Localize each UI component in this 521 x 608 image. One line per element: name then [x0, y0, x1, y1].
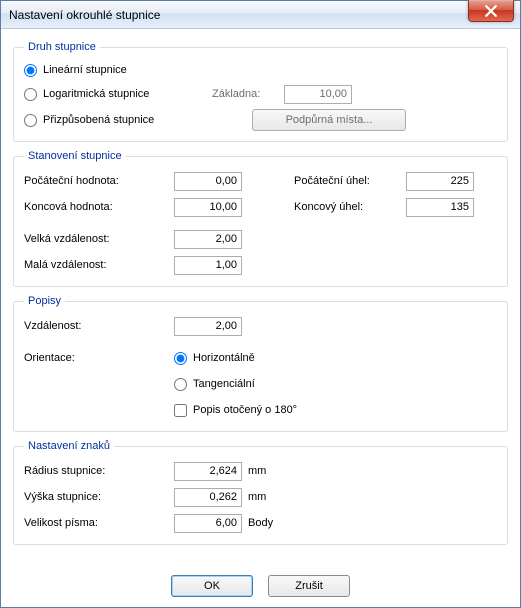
radio-tangential-row[interactable]: Tangenciální: [174, 373, 255, 395]
input-big-dist[interactable]: [174, 230, 242, 249]
button-bar: OK Zrušit: [1, 575, 520, 597]
label-height: Výška stupnice:: [24, 491, 174, 503]
window-title: Nastavení okrouhlé stupnice: [9, 8, 516, 22]
label-end-angle: Koncový úhel:: [294, 201, 406, 213]
cancel-button[interactable]: Zrušit: [268, 575, 350, 597]
close-icon: [485, 5, 497, 17]
checkbox-rot180-row[interactable]: Popis otočený o 180°: [174, 399, 297, 421]
unit-height: mm: [248, 491, 266, 503]
legend-appearance: Nastavení znaků: [24, 440, 114, 452]
radio-custom-row[interactable]: Přizpůsobená stupnice: [24, 109, 252, 131]
radio-linear[interactable]: [24, 64, 37, 77]
radio-log-row[interactable]: Logaritmická stupnice: [24, 83, 212, 105]
radio-linear-label: Lineární stupnice: [43, 64, 127, 76]
checkbox-rot180[interactable]: [174, 404, 187, 417]
radio-tangential[interactable]: [174, 378, 187, 391]
input-height[interactable]: [174, 488, 242, 507]
unit-radius: mm: [248, 465, 266, 477]
radio-horizontal-label: Horizontálně: [193, 352, 255, 364]
radio-log-label: Logaritmická stupnice: [43, 88, 149, 100]
label-font: Velikost písma:: [24, 517, 174, 529]
label-end-value: Koncová hodnota:: [24, 201, 174, 213]
group-scale-type: Druh stupnice Lineární stupnice Logaritm…: [13, 41, 508, 142]
checkbox-rot180-label: Popis otočený o 180°: [193, 404, 297, 416]
label-radius: Rádius stupnice:: [24, 465, 174, 477]
radio-horizontal[interactable]: [174, 352, 187, 365]
ok-button[interactable]: OK: [171, 575, 253, 597]
label-start-angle: Počáteční úhel:: [294, 175, 406, 187]
radio-log[interactable]: [24, 88, 37, 101]
legend-labels: Popisy: [24, 295, 65, 307]
radio-tangential-label: Tangenciální: [193, 378, 255, 390]
group-appearance: Nastavení znaků Rádius stupnice: mm Výšk…: [13, 440, 508, 545]
label-base: Základna:: [212, 88, 284, 100]
label-orientation: Orientace:: [24, 352, 174, 364]
radio-custom[interactable]: [24, 114, 37, 127]
label-big-dist: Velká vzdálenost:: [24, 233, 174, 245]
input-small-dist[interactable]: [174, 256, 242, 275]
label-dist: Vzdálenost:: [24, 320, 174, 332]
group-definition: Stanovení stupnice Počáteční hodnota: Po…: [13, 150, 508, 287]
support-points-button: Podpůrná místa...: [252, 109, 406, 131]
label-small-dist: Malá vzdálenost:: [24, 259, 174, 271]
radio-linear-row[interactable]: Lineární stupnice: [24, 59, 497, 81]
close-button[interactable]: [468, 0, 514, 22]
input-font[interactable]: [174, 514, 242, 533]
input-end-angle[interactable]: [406, 198, 474, 217]
input-radius[interactable]: [174, 462, 242, 481]
input-dist[interactable]: [174, 317, 242, 336]
group-labels: Popisy Vzdálenost: Orientace: Horizontál…: [13, 295, 508, 432]
unit-font: Body: [248, 517, 273, 529]
label-start-value: Počáteční hodnota:: [24, 175, 174, 187]
input-end-value[interactable]: [174, 198, 242, 217]
legend-definition: Stanovení stupnice: [24, 150, 126, 162]
legend-scale-type: Druh stupnice: [24, 41, 100, 53]
input-base: [284, 85, 352, 104]
input-start-value[interactable]: [174, 172, 242, 191]
radio-custom-label: Přizpůsobená stupnice: [43, 114, 154, 126]
radio-horizontal-row[interactable]: Horizontálně: [174, 347, 255, 369]
input-start-angle[interactable]: [406, 172, 474, 191]
titlebar: Nastavení okrouhlé stupnice: [1, 1, 520, 29]
dialog-window: Nastavení okrouhlé stupnice Druh stupnic…: [0, 0, 521, 608]
